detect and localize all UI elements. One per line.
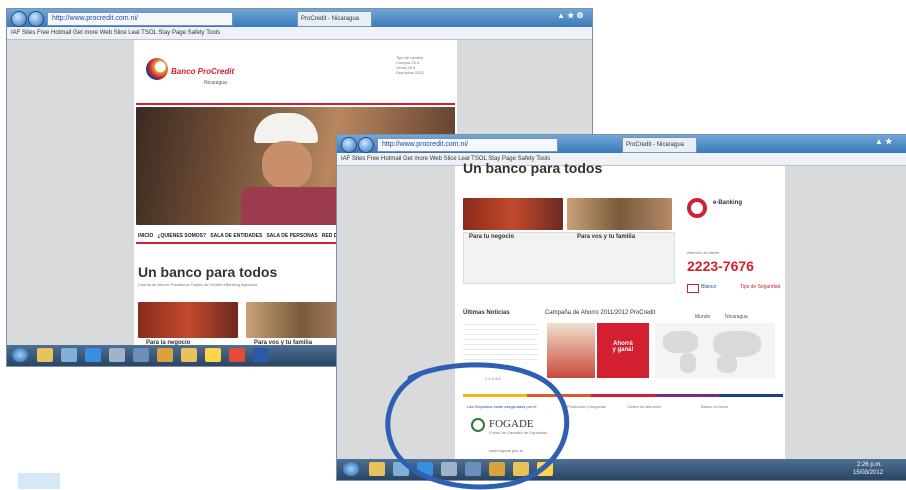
title-bar: http://www.procredit.com.ni/ ProCredit -…: [7, 9, 592, 27]
favorites-bar[interactable]: IAF Sites Free Hotmail Get more Web Slic…: [7, 27, 592, 40]
address-bar[interactable]: http://www.procredit.com.ni/: [47, 12, 233, 26]
media-icon[interactable]: [61, 348, 77, 362]
logo-name: Banco ProCredit: [171, 67, 235, 76]
word-icon[interactable]: [253, 348, 269, 362]
start-icon[interactable]: [343, 462, 359, 476]
app-icon-3[interactable]: [157, 348, 173, 362]
promo-line-2: y ganá!: [612, 347, 634, 353]
logo-country: Nicaragua: [204, 80, 227, 86]
mail-icon[interactable]: [687, 284, 699, 293]
start-icon[interactable]: [12, 348, 28, 362]
campaign-title: Campaña de Ahorro 2011/2012 ProCredit: [545, 310, 656, 316]
title-bar: http://www.procredit.com.ni/ ProCredit -…: [337, 135, 906, 153]
news-title: Últimas Noticias: [463, 310, 510, 316]
map-tab-nicaragua[interactable]: Nicaragua: [725, 314, 748, 320]
face-shape: [262, 141, 312, 189]
nav-quienes-somos[interactable]: ¿QUIÉNES SOMOS?: [157, 233, 206, 239]
annotation-circle: [385, 362, 570, 490]
continent-south-america: [680, 353, 696, 373]
map-tab-mundo[interactable]: Mundo: [695, 314, 710, 320]
campaign-banner[interactable]: Ahorrá y ganá!: [597, 323, 649, 378]
blanco-link[interactable]: Blanco: [701, 284, 716, 290]
footer-col-3[interactable]: Banco en línea: [701, 404, 728, 409]
headline-sub: [463, 180, 643, 185]
continent-africa: [717, 355, 737, 373]
tab-active[interactable]: ProCredit - Nicaragua: [622, 137, 697, 153]
security-tips-link[interactable]: Tips de Seguridad: [740, 284, 780, 290]
phone-caption: Atención al cliente: [687, 250, 720, 255]
header-divider: [136, 103, 455, 105]
page-headline: Un banco para todos: [138, 264, 278, 280]
address-bar[interactable]: http://www.procredit.com.ni/: [377, 138, 558, 152]
phone-number: 2223-7676: [687, 258, 754, 274]
block-family-label[interactable]: Para vos y tu familia: [577, 234, 635, 240]
footer-col-2[interactable]: Centro de Atención: [627, 404, 661, 409]
tray-time: 2:26 p.m.: [857, 462, 883, 468]
back-button[interactable]: [341, 137, 357, 153]
app-icon-4[interactable]: [181, 348, 197, 362]
headline-sub: Cuenta de Ahorro Préstamos Tarjeta de Cr…: [138, 282, 258, 287]
ebanking-label[interactable]: e-Banking: [713, 200, 742, 206]
exchange-rate-box: Tipo de cambio Compra 25.4 Venta 26.6 De…: [396, 55, 424, 75]
continent-eurasia: [713, 331, 761, 357]
hard-hat-icon: [254, 113, 318, 143]
shirt-shape: [241, 187, 351, 225]
window-controls[interactable]: ▲ ★: [875, 137, 892, 146]
nav-personas[interactable]: SALA DE PERSONAS: [266, 233, 317, 239]
world-map: [655, 323, 775, 378]
family-photo: [567, 198, 672, 230]
explorer-icon[interactable]: [37, 348, 53, 362]
ebanking-icon[interactable]: [687, 198, 707, 218]
block-business-label[interactable]: Para tu negocio: [469, 234, 514, 240]
continent-americas: [663, 331, 698, 353]
business-photo: [463, 198, 563, 230]
nav-inicio[interactable]: INICIO: [138, 233, 153, 239]
back-button[interactable]: [11, 11, 27, 27]
app-icon-5[interactable]: [205, 348, 221, 362]
app-icon-1[interactable]: [109, 348, 125, 362]
business-photo: [138, 302, 238, 338]
app-icon-2[interactable]: [133, 348, 149, 362]
procredit-logo-icon: [146, 58, 168, 80]
favorites-bar[interactable]: IAF Sites Free Hotmail Get more Web Slic…: [337, 153, 906, 166]
news-text: [463, 320, 538, 364]
forward-button[interactable]: [358, 137, 374, 153]
tray-date: 15/03/2012: [853, 470, 884, 476]
app-icon-6[interactable]: [229, 348, 245, 362]
nav-entidades[interactable]: SALA DE ENTIDADES: [210, 233, 262, 239]
page-headline: Un banco para todos: [463, 160, 603, 176]
tab-active[interactable]: ProCredit - Nicaragua: [297, 11, 372, 27]
decorative-square: [18, 473, 60, 489]
forward-button[interactable]: [28, 11, 44, 27]
ie-icon[interactable]: [85, 348, 101, 362]
window-controls[interactable]: ▲ ★ ⚙: [557, 11, 584, 20]
